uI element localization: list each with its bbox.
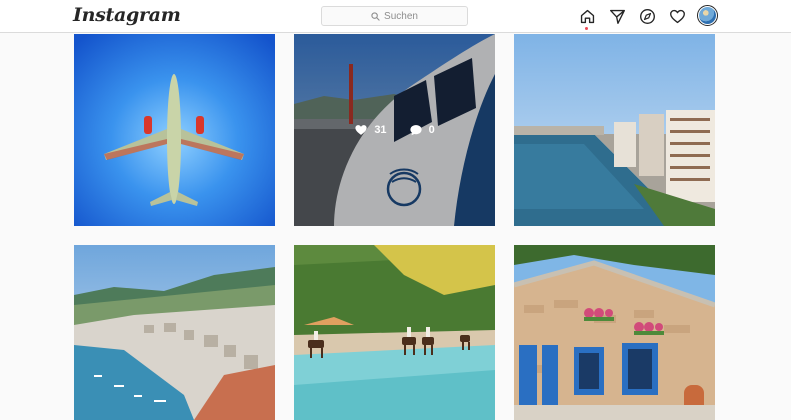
top-navigation-bar: Instagram Suchen (0, 0, 791, 33)
post-tile-promenade[interactable] (514, 34, 715, 226)
likes-count: 31 (374, 124, 387, 136)
post-image (74, 34, 275, 226)
notification-dot (585, 27, 588, 30)
post-hover-overlay: 31 0 (294, 34, 495, 226)
heart-filled-icon (355, 125, 367, 135)
post-tile-horse-riders[interactable] (294, 245, 495, 420)
post-image (74, 245, 275, 420)
avatar-image (699, 7, 716, 24)
search-icon (371, 11, 380, 21)
profile-avatar[interactable] (697, 5, 718, 26)
instagram-logo[interactable]: Instagram (73, 4, 181, 26)
post-tile-cockpit[interactable]: 31 0 (294, 34, 495, 226)
paper-plane-icon[interactable] (608, 7, 626, 25)
compass-icon[interactable] (638, 7, 656, 25)
search-box[interactable]: Suchen (321, 6, 468, 26)
comment-bubble-icon (409, 125, 422, 136)
post-image (514, 34, 715, 226)
post-image (294, 245, 495, 420)
comments-stat: 0 (409, 123, 435, 137)
comments-count: 0 (428, 124, 435, 136)
home-icon[interactable] (578, 7, 596, 25)
likes-stat: 31 (354, 123, 387, 137)
post-tile-stone-house[interactable] (514, 245, 715, 420)
post-image (514, 245, 715, 420)
post-tile-coastal-town[interactable] (74, 245, 275, 420)
search-placeholder: Suchen (384, 10, 418, 22)
heart-icon[interactable] (668, 7, 686, 25)
post-tile-airplane[interactable] (74, 34, 275, 226)
